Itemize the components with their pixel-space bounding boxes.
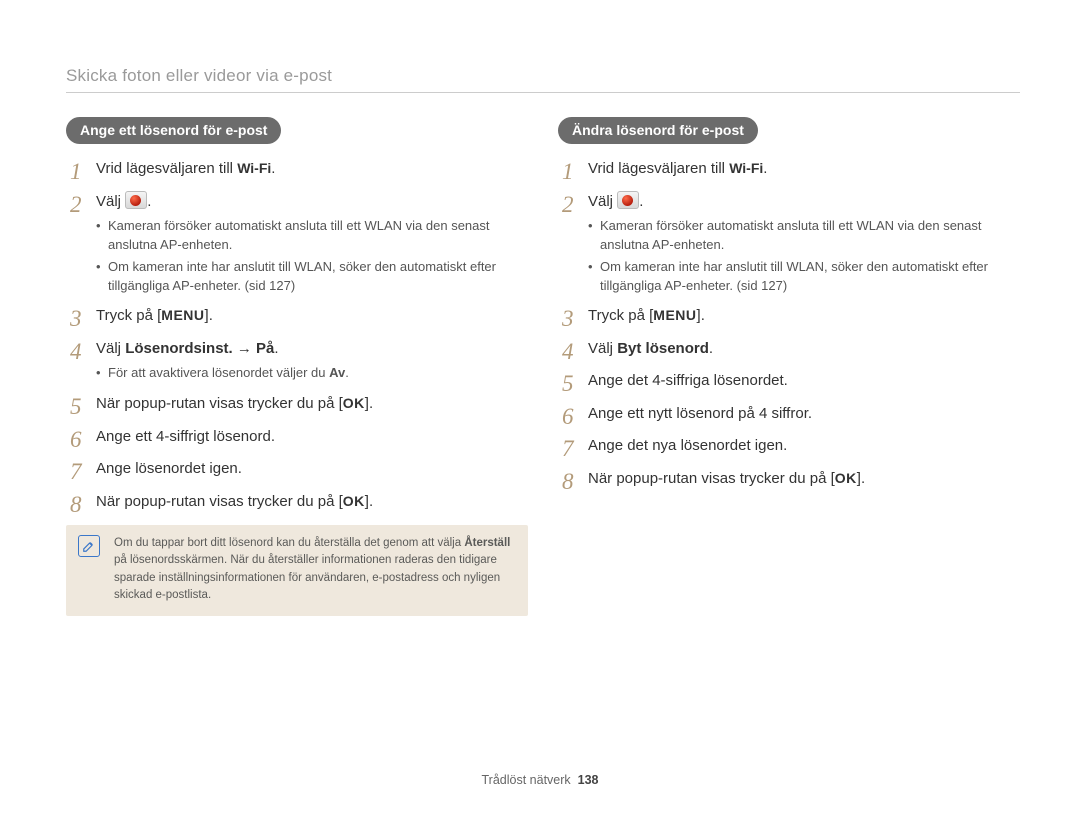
note-icon xyxy=(78,535,100,557)
note-box: Om du tappar bort ditt lösenord kan du å… xyxy=(66,525,528,616)
bullet: För att avaktivera lösenordet väljer du … xyxy=(96,364,528,383)
text: ]. xyxy=(365,395,373,412)
menu-label: MENU xyxy=(161,307,204,323)
email-icon xyxy=(617,191,639,209)
text: ]. xyxy=(205,307,213,324)
left-step-3: Tryck på [MENU]. xyxy=(66,305,528,328)
left-column: Ange ett lösenord för e-post Vrid lägesv… xyxy=(66,117,528,616)
page-number: 138 xyxy=(578,773,599,787)
bold-text: Av xyxy=(329,365,345,380)
email-icon xyxy=(125,191,147,209)
right-step-7: Ange det nya lösenordet igen. xyxy=(558,435,1020,458)
page-title: Skicka foton eller videor via e-post xyxy=(66,66,1020,86)
content-columns: Ange ett lösenord för e-post Vrid lägesv… xyxy=(66,117,1020,616)
right-step-8: När popup-rutan visas trycker du på [OK]… xyxy=(558,468,1020,491)
bullet: Om kameran inte har anslutit till WLAN, … xyxy=(588,258,1020,296)
text: När popup-rutan visas trycker du på [ xyxy=(96,395,343,412)
wifi-label: Wi-Fi xyxy=(729,160,763,176)
text: . xyxy=(271,160,275,177)
text: När popup-rutan visas trycker du på [ xyxy=(588,470,835,487)
text: . xyxy=(639,193,643,210)
text: Välj xyxy=(588,340,617,357)
text: . xyxy=(147,193,151,210)
right-step-3: Tryck på [MENU]. xyxy=(558,305,1020,328)
right-step-2-sub: Kameran försöker automatiskt ansluta til… xyxy=(588,217,1020,295)
text: ]. xyxy=(857,470,865,487)
left-step-6: Ange ett 4-siffrigt lösenord. xyxy=(66,426,528,449)
ok-label: OK xyxy=(835,470,857,486)
bold-text: Lösenordsinst. xyxy=(125,340,233,357)
left-step-4-sub: För att avaktivera lösenordet väljer du … xyxy=(96,364,528,383)
text: Välj xyxy=(96,193,125,210)
note-text: Om du tappar bort ditt lösenord kan du å… xyxy=(114,537,464,549)
title-rule xyxy=(66,92,1020,93)
text: . xyxy=(345,365,349,380)
text: ]. xyxy=(697,307,705,324)
text: Tryck på [ xyxy=(588,307,653,324)
right-step-1: Vrid lägesväljaren till Wi-Fi. xyxy=(558,158,1020,181)
text: Vrid lägesväljaren till xyxy=(588,160,729,177)
text: När popup-rutan visas trycker du på [ xyxy=(96,493,343,510)
left-step-8: När popup-rutan visas trycker du på [OK]… xyxy=(66,491,528,514)
text: Tryck på [ xyxy=(96,307,161,324)
right-steps: Vrid lägesväljaren till Wi-Fi. Välj . Ka… xyxy=(558,158,1020,490)
right-heading-pill: Ändra lösenord för e-post xyxy=(558,117,758,144)
text: . xyxy=(274,340,278,357)
left-step-4: Välj Lösenordsinst. → På. För att avakti… xyxy=(66,338,528,383)
left-step-2: Välj . Kameran försöker automatiskt ansl… xyxy=(66,191,528,296)
left-heading-pill: Ange ett lösenord för e-post xyxy=(66,117,281,144)
bullet: Kameran försöker automatiskt ansluta til… xyxy=(96,217,528,255)
text: Välj xyxy=(96,340,125,357)
menu-label: MENU xyxy=(653,307,696,323)
bullet: Kameran försöker automatiskt ansluta til… xyxy=(588,217,1020,255)
text: Vrid lägesväljaren till xyxy=(96,160,237,177)
left-steps: Vrid lägesväljaren till Wi-Fi. Välj . Ka… xyxy=(66,158,528,513)
bold-text: Återställ xyxy=(464,537,510,549)
right-step-2: Välj . Kameran försöker automatiskt ansl… xyxy=(558,191,1020,296)
right-step-5: Ange det 4-siffriga lösenordet. xyxy=(558,370,1020,393)
text: . xyxy=(763,160,767,177)
ok-label: OK xyxy=(343,395,365,411)
right-step-6: Ange ett nytt lösenord på 4 siffror. xyxy=(558,403,1020,426)
bullet: Om kameran inte har anslutit till WLAN, … xyxy=(96,258,528,296)
text: För att avaktivera lösenordet väljer du xyxy=(108,365,329,380)
pencil-icon xyxy=(82,539,96,553)
page-footer: Trådlöst nätverk 138 xyxy=(0,773,1080,787)
manual-page: Skicka foton eller videor via e-post Ang… xyxy=(0,0,1080,815)
left-step-5: När popup-rutan visas trycker du på [OK]… xyxy=(66,393,528,416)
text: → xyxy=(233,340,256,357)
right-step-4: Välj Byt lösenord. xyxy=(558,338,1020,361)
footer-section: Trådlöst nätverk xyxy=(482,773,571,787)
text: . xyxy=(709,340,713,357)
wifi-label: Wi-Fi xyxy=(237,160,271,176)
note-text: på lösenordsskärmen. När du återställer … xyxy=(114,554,500,601)
left-step-1: Vrid lägesväljaren till Wi-Fi. xyxy=(66,158,528,181)
bold-text: Byt lösenord xyxy=(617,340,709,357)
left-step-7: Ange lösenordet igen. xyxy=(66,458,528,481)
bold-text: På xyxy=(256,340,274,357)
text: Välj xyxy=(588,193,617,210)
right-column: Ändra lösenord för e-post Vrid lägesvälj… xyxy=(558,117,1020,616)
left-step-2-sub: Kameran försöker automatiskt ansluta til… xyxy=(96,217,528,295)
text: ]. xyxy=(365,493,373,510)
ok-label: OK xyxy=(343,493,365,509)
